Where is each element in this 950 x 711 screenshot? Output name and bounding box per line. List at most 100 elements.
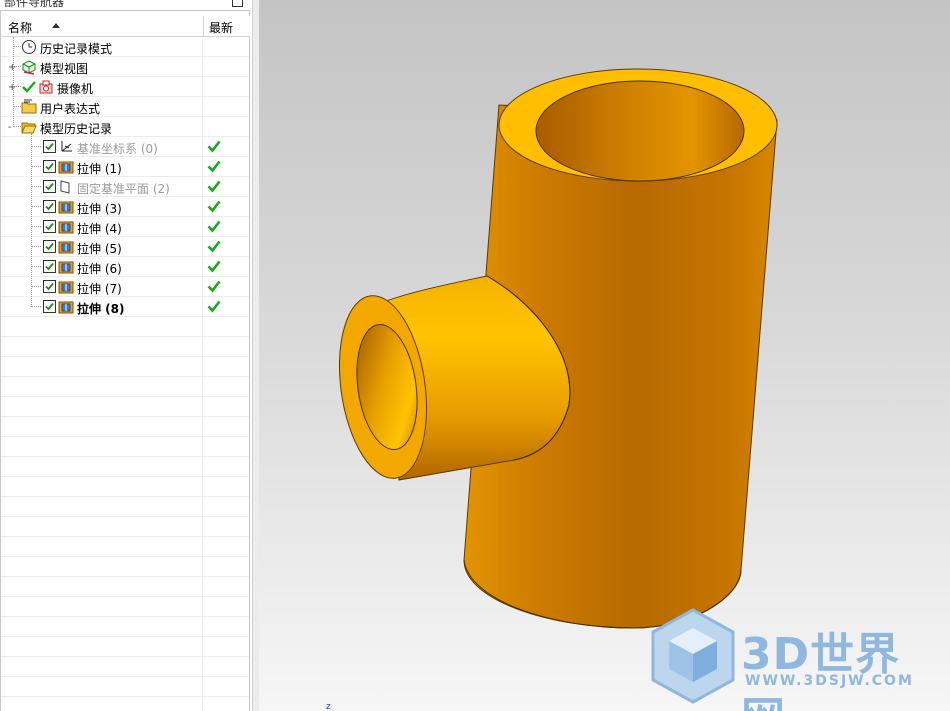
column-gridline	[202, 37, 203, 57]
feature-checkbox[interactable]	[43, 140, 56, 153]
tree-row-label: 模型视图	[40, 62, 89, 76]
column-gridline	[202, 277, 203, 297]
tree-row[interactable]: 拉伸 (5)	[1, 237, 249, 257]
tee-pipe-model[interactable]	[259, 0, 950, 711]
column-gridline	[202, 377, 203, 397]
column-gridline	[202, 357, 203, 377]
up-to-date-check-icon	[207, 280, 221, 293]
column-gridline	[202, 177, 203, 197]
tree-row-label: 模型历史记录	[40, 122, 113, 136]
column-gridline	[202, 417, 203, 437]
tree-row-label: 拉伸 (4)	[77, 222, 122, 236]
up-to-date-check-icon	[207, 220, 221, 233]
column-gridline	[202, 77, 203, 97]
empty-tree-row	[1, 577, 249, 597]
feature-checkbox[interactable]	[43, 160, 56, 173]
empty-tree-row	[1, 477, 249, 497]
empty-tree-row	[1, 557, 249, 577]
empty-tree-row	[1, 537, 249, 557]
tree-row[interactable]: + 摄像机	[1, 77, 249, 97]
up-to-date-check-icon	[207, 240, 221, 253]
column-gridline	[202, 637, 203, 657]
tree-row[interactable]: - 模型历史记录	[1, 117, 249, 137]
empty-tree-row	[1, 417, 249, 437]
column-divider[interactable]	[203, 16, 204, 36]
column-gridline	[202, 617, 203, 637]
column-gridline	[202, 577, 203, 597]
column-gridline	[202, 157, 203, 177]
column-gridline	[202, 257, 203, 277]
feature-checkbox[interactable]	[43, 220, 56, 233]
column-gridline	[202, 677, 203, 697]
tree-row-label: 拉伸 (3)	[77, 202, 122, 216]
column-gridline	[202, 537, 203, 557]
tree-row[interactable]: 用户表达式	[1, 97, 249, 117]
empty-tree-row	[1, 657, 249, 677]
sort-ascending-icon[interactable]	[52, 23, 60, 28]
up-to-date-check-icon	[207, 200, 221, 213]
column-header: 名称 最新	[1, 16, 250, 37]
tree-row-label: 用户表达式	[40, 102, 101, 116]
column-gridline	[202, 697, 203, 711]
tree-row[interactable]: 拉伸 (8)	[1, 297, 249, 317]
tree-row-label: 基准坐标系 (0)	[77, 142, 158, 156]
column-gridline	[202, 297, 203, 317]
axis-label: z	[326, 702, 331, 711]
column-gridline	[202, 497, 203, 517]
empty-tree-row	[1, 437, 249, 457]
empty-tree-row	[1, 397, 249, 417]
tree-connector	[31, 133, 33, 307]
tree-row-label: 历史记录模式	[40, 42, 113, 56]
feature-checkbox[interactable]	[43, 300, 56, 313]
empty-tree-row	[1, 317, 249, 337]
watermark-url: WWW.3DSJW.COM	[745, 673, 914, 689]
tree-row[interactable]: 历史记录模式	[1, 37, 249, 57]
tree-row[interactable]: 拉伸 (4)	[1, 217, 249, 237]
tree-row[interactable]: 拉伸 (3)	[1, 197, 249, 217]
column-gridline	[202, 397, 203, 417]
column-gridline	[202, 437, 203, 457]
feature-checkbox[interactable]	[43, 200, 56, 213]
up-to-date-check-icon	[207, 180, 221, 193]
feature-checkbox[interactable]	[43, 260, 56, 273]
graphics-viewport[interactable]: 3D世界网 WWW.3DSJW.COM z	[259, 0, 950, 711]
empty-tree-row	[1, 357, 249, 377]
column-gridline	[202, 217, 203, 237]
watermark-title: 3D世界网	[741, 629, 901, 711]
column-gridline	[202, 117, 203, 137]
up-to-date-check-icon	[207, 140, 221, 153]
column-name-header[interactable]: 名称	[8, 19, 32, 36]
up-to-date-check-icon	[207, 260, 221, 273]
column-gridline	[202, 597, 203, 617]
feature-checkbox[interactable]	[43, 180, 56, 193]
column-gridline	[202, 317, 203, 337]
up-to-date-check-icon	[207, 300, 221, 313]
feature-checkbox[interactable]	[43, 280, 56, 293]
tree-row[interactable]: 拉伸 (6)	[1, 257, 249, 277]
column-gridline	[202, 477, 203, 497]
column-gridline	[202, 457, 203, 477]
navigator-title: 部件导航器	[4, 0, 65, 9]
tree-row[interactable]: 基准坐标系 (0)	[1, 137, 249, 157]
column-latest-header[interactable]: 最新	[209, 19, 233, 36]
active-check-icon[interactable]	[21, 79, 37, 95]
empty-tree-row	[1, 517, 249, 537]
column-gridline	[202, 237, 203, 257]
empty-tree-row	[1, 497, 249, 517]
tree-row[interactable]: 拉伸 (7)	[1, 277, 249, 297]
column-gridline	[202, 97, 203, 117]
tree-row[interactable]: + 模型视图	[1, 57, 249, 77]
tree-row-label: 拉伸 (8)	[77, 302, 125, 316]
empty-tree-row	[1, 637, 249, 657]
tree-row-label: 固定基准平面 (2)	[77, 182, 170, 196]
tree-row[interactable]: 固定基准平面 (2)	[1, 177, 249, 197]
column-gridline	[202, 517, 203, 537]
empty-tree-row	[1, 677, 249, 697]
panel-splitter[interactable]	[252, 0, 259, 711]
empty-tree-row	[1, 597, 249, 617]
tree-row[interactable]: 拉伸 (1)	[1, 157, 249, 177]
feature-checkbox[interactable]	[43, 240, 56, 253]
pin-checkbox[interactable]	[232, 0, 243, 7]
tree-row-label: 拉伸 (5)	[77, 242, 122, 256]
column-gridline	[202, 57, 203, 77]
